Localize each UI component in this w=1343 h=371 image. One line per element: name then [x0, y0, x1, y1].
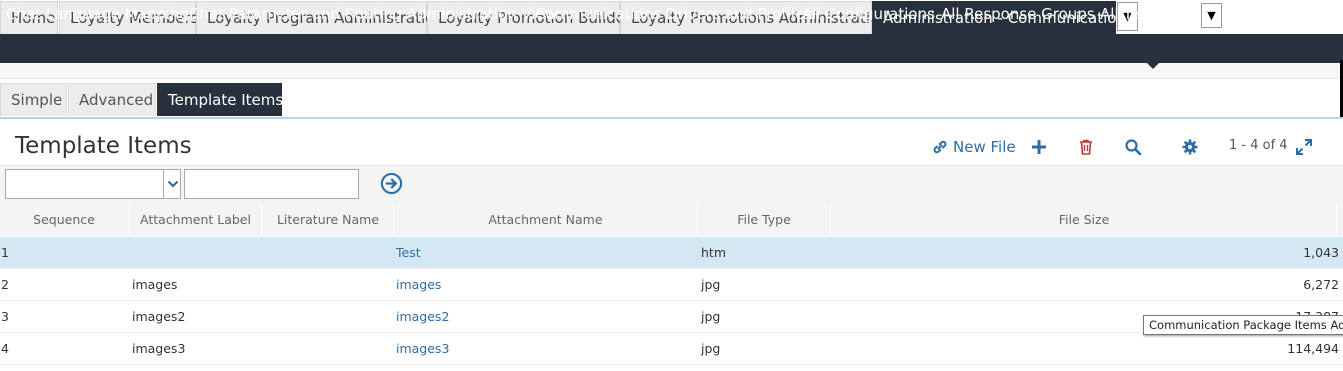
screen-nav-bar	[0, 34, 1343, 63]
link-icon[interactable]	[932, 138, 948, 156]
cell-attachment-label: images	[132, 277, 178, 292]
record-count: 1 - 4 of 4	[1229, 138, 1288, 153]
cell-file-type: jpg	[701, 309, 721, 324]
cell-file-type: htm	[701, 245, 726, 260]
column-header-literature-name[interactable]: Literature Name	[263, 203, 394, 236]
applet-title: Template Items	[15, 133, 192, 159]
go-arrow-icon[interactable]	[380, 172, 403, 195]
nav-communications-drivers-profiles[interactable]: Communications Drivers and Profiles	[535, 0, 812, 29]
table-row[interactable]: 4 images3 images3 jpg 114,494	[0, 333, 1343, 365]
nav-chat-parameter-routing[interactable]: Chat Parameter and Routing Administratio…	[189, 0, 557, 29]
cell-attachment-name-link[interactable]: images2	[396, 301, 449, 333]
table-row[interactable]: 1 Test htm 1,043	[0, 237, 1343, 269]
column-header-file-type[interactable]: File Type	[698, 203, 831, 236]
cell-sequence: 2	[1, 277, 9, 292]
table-row[interactable]: 2 images images jpg 6,272	[0, 269, 1343, 301]
search-icon[interactable]	[1124, 138, 1142, 156]
cell-attachment-name-link[interactable]: images	[396, 269, 441, 301]
gear-icon[interactable]	[1181, 138, 1199, 156]
expand-icon[interactable]	[1295, 138, 1313, 156]
query-search-input[interactable]	[184, 169, 359, 199]
plus-icon[interactable]	[1030, 138, 1048, 156]
tab-template-items[interactable]: Template Items	[157, 83, 283, 116]
cell-attachment-name-link[interactable]: Test	[396, 237, 421, 269]
cell-file-size: 6,272	[1303, 277, 1339, 292]
nav-separator	[0, 63, 1343, 79]
tab-simple[interactable]: Simple	[0, 83, 67, 116]
active-nav-caret	[1147, 63, 1159, 69]
nav-all-response-groups[interactable]: All Response Groups	[941, 0, 1095, 29]
cell-file-type: jpg	[701, 277, 721, 292]
nav-all-templates[interactable]: All Templates	[1100, 0, 1200, 29]
cell-sequence: 4	[1, 341, 9, 356]
nav-chat-language-mapping[interactable]: Chat Language Mapping	[6, 0, 189, 29]
query-field-dropdown-button[interactable]	[163, 170, 181, 198]
column-header-attachment-name[interactable]: Attachment Name	[395, 203, 697, 236]
tooltip: Communication Package Items Administrati…	[1143, 315, 1343, 335]
cell-file-size: 1,043	[1303, 245, 1339, 260]
cell-attachment-name-link[interactable]: images3	[396, 333, 449, 365]
nav-more-dropdown[interactable]: ▼	[1201, 3, 1222, 28]
cell-sequence: 3	[1, 309, 9, 324]
chevron-down-icon	[167, 180, 179, 188]
cell-attachment-label: images3	[132, 341, 186, 356]
cell-attachment-label: images2	[132, 309, 186, 324]
cell-file-size: 114,494	[1287, 341, 1339, 356]
query-field-select[interactable]	[5, 169, 181, 199]
trash-icon[interactable]	[1077, 138, 1095, 156]
cell-sequence: 1	[1, 245, 9, 260]
column-header-file-size[interactable]: File Size	[832, 203, 1337, 236]
column-header-attachment-label[interactable]: Attachment Label	[130, 203, 262, 236]
tab-advanced[interactable]: Advanced	[68, 83, 156, 116]
table-row[interactable]: 3 images2 images2 jpg 17,387	[0, 301, 1343, 333]
new-file-button[interactable]: New File	[953, 136, 1016, 158]
column-header-sequence[interactable]: Sequence	[0, 203, 129, 236]
nav-all-configurations[interactable]: All Configurations	[802, 0, 935, 29]
cell-file-type: jpg	[701, 341, 721, 356]
